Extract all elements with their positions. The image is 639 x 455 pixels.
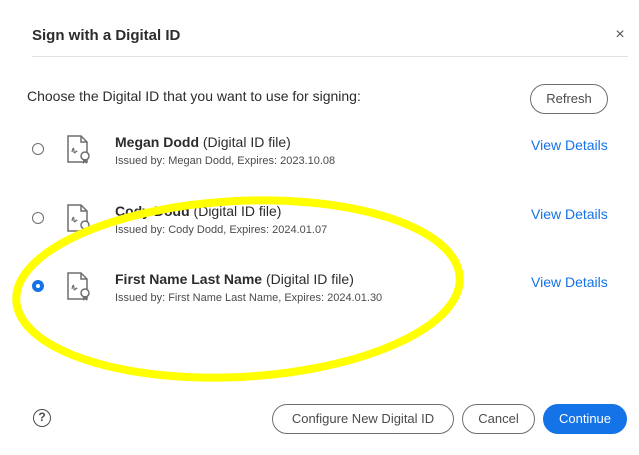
digital-id-radio-selected[interactable] (32, 280, 44, 292)
digital-id-type: (Digital ID file) (202, 134, 291, 150)
certificate-document-icon (67, 204, 90, 233)
help-circle-icon[interactable]: ? (33, 409, 51, 427)
digital-id-name: First Name Last Name (115, 271, 263, 287)
digital-id-issued: Issued by: Megan Dodd, Expires: 2023.10.… (115, 155, 336, 167)
prompt-text: Choose the Digital ID that you want to u… (27, 88, 361, 104)
digital-id-type: (Digital ID file) (265, 271, 354, 287)
view-details-link[interactable]: View Details (531, 274, 608, 290)
digital-id-name: Megan Dodd (115, 134, 199, 150)
cancel-button[interactable]: Cancel (462, 404, 535, 434)
digital-id-name: Cody Dodd (115, 203, 190, 219)
digital-id-row[interactable]: Megan Dodd (Digital ID file) Issued by: … (0, 134, 639, 186)
refresh-button[interactable]: Refresh (530, 84, 608, 114)
view-details-link[interactable]: View Details (531, 206, 608, 222)
certificate-document-icon (67, 135, 90, 164)
certificate-document-icon (67, 272, 90, 301)
digital-id-name-line: Cody Dodd (Digital ID file) (115, 203, 281, 219)
configure-new-digital-id-button[interactable]: Configure New Digital ID (272, 404, 454, 434)
digital-id-radio[interactable] (32, 212, 44, 224)
dialog-title: Sign with a Digital ID (32, 27, 181, 44)
digital-id-type: (Digital ID file) (193, 203, 282, 219)
digital-id-name-line: Megan Dodd (Digital ID file) (115, 134, 291, 150)
digital-id-row[interactable]: First Name Last Name (Digital ID file) I… (0, 271, 639, 323)
digital-id-radio[interactable] (32, 143, 44, 155)
sign-digital-id-dialog: Sign with a Digital ID × Choose the Digi… (0, 0, 639, 455)
close-icon[interactable]: × (610, 26, 630, 46)
digital-id-issued: Issued by: Cody Dodd, Expires: 2024.01.0… (115, 224, 328, 236)
view-details-link[interactable]: View Details (531, 137, 608, 153)
title-divider (32, 56, 628, 57)
digital-id-issued: Issued by: First Name Last Name, Expires… (115, 292, 383, 304)
digital-id-row[interactable]: Cody Dodd (Digital ID file) Issued by: C… (0, 203, 639, 255)
digital-id-name-line: First Name Last Name (Digital ID file) (115, 271, 354, 287)
continue-button[interactable]: Continue (543, 404, 627, 434)
